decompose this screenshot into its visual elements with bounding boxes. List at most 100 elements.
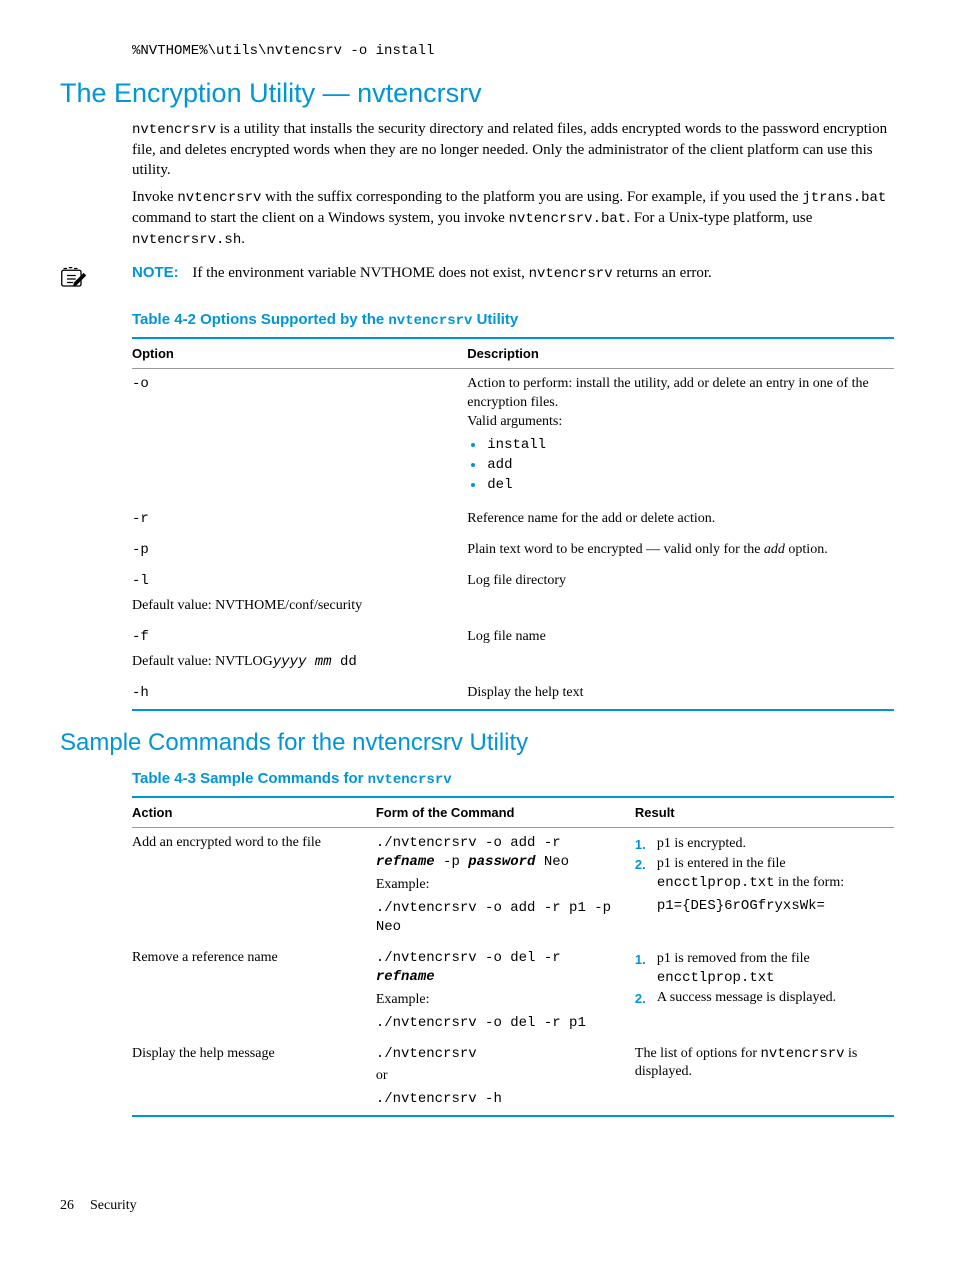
intro-text-2i: . bbox=[241, 231, 245, 247]
t43-del-r1b: encctlprop.txt bbox=[657, 970, 775, 986]
table-row: Display the help message ./nvtencrsrv or… bbox=[132, 1039, 894, 1117]
t43-add-cmd-b: refname bbox=[376, 854, 435, 870]
opt-p-db: add bbox=[764, 542, 785, 557]
t43-help-cmd-b: ./nvtencrsrv -h bbox=[376, 1090, 625, 1109]
t43-del-r1: p1 is removed from the file encctlprop.t… bbox=[635, 950, 884, 988]
note-block: NOTE: If the environment variable NVTHOM… bbox=[60, 263, 894, 299]
opt-f: -f bbox=[132, 629, 149, 645]
table-row: -h Display the help text bbox=[132, 678, 894, 710]
intro-text-2e: command to start the client on a Windows… bbox=[132, 210, 509, 226]
opt-p: -p bbox=[132, 542, 149, 558]
t42-cap-b: nvtencrsrv bbox=[388, 313, 472, 329]
t43-add-r2: p1 is entered in the file encctlprop.txt… bbox=[635, 855, 884, 916]
note-text-a: If the environment variable NVTHOME does… bbox=[192, 265, 528, 281]
t43-add-r2c: in the form: bbox=[775, 875, 845, 890]
intro-p2: Invoke nvtencrsrv with the suffix corres… bbox=[132, 187, 894, 250]
opt-f-defc: dd bbox=[340, 654, 357, 670]
page-number: 26 bbox=[60, 1198, 74, 1213]
intro-code-2d: jtrans.bat bbox=[802, 190, 886, 206]
t43-add-cmd-d: password bbox=[468, 854, 535, 870]
t43-del-cmd-b: refname bbox=[376, 969, 435, 985]
opt-f-desc: Log file name bbox=[467, 622, 894, 678]
intro-code-1: nvtencrsrv bbox=[132, 122, 216, 138]
t43-del-ex-cmd: ./nvtencrsrv -o del -r p1 bbox=[376, 1014, 625, 1033]
opt-f-defb: yyyy mm bbox=[273, 654, 340, 670]
t43-add-ex-label: Example: bbox=[376, 876, 625, 895]
opt-o: -o bbox=[132, 376, 149, 392]
t43-cap-b: nvtencrsrv bbox=[368, 772, 452, 788]
note-text-c: returns an error. bbox=[613, 265, 712, 281]
t43-del-r1a: p1 is removed from the file bbox=[657, 951, 810, 966]
opt-l: -l bbox=[132, 573, 149, 589]
t43-add-r2b: encctlprop.txt bbox=[657, 875, 775, 891]
page-footer: 26 Security bbox=[60, 1197, 894, 1216]
t43-th-action: Action bbox=[132, 797, 376, 828]
intro-text-1: is a utility that installs the security … bbox=[132, 121, 887, 178]
t42-th-desc: Description bbox=[467, 338, 894, 369]
t43-del-ex-label: Example: bbox=[376, 991, 625, 1010]
table-4-2-caption: Table 4-2 Options Supported by the nvten… bbox=[132, 310, 894, 331]
opt-h-desc: Display the help text bbox=[467, 678, 894, 710]
note-code: nvtencrsrv bbox=[529, 266, 613, 282]
t43-th-result: Result bbox=[635, 797, 894, 828]
section-name: Security bbox=[90, 1198, 137, 1213]
t43-add-cmd-c: -p bbox=[435, 854, 469, 870]
heading-2: Sample Commands for the nvtencrsrv Utili… bbox=[60, 727, 894, 759]
opt-o-a3: del bbox=[487, 477, 512, 493]
intro-text-2g: . For a Unix-type platform, use bbox=[626, 210, 812, 226]
table-row: -f Default value: NVTLOGyyyy mm dd Log f… bbox=[132, 622, 894, 678]
t43-del-action: Remove a reference name bbox=[132, 943, 376, 1039]
intro-code-2f: nvtencrsrv.bat bbox=[509, 211, 627, 227]
note-label: NOTE: bbox=[132, 264, 179, 281]
t43-add-action: Add an encrypted word to the file bbox=[132, 828, 376, 943]
t42-cap-a: Table 4-2 Options Supported by the bbox=[132, 311, 388, 328]
t43-cap-a: Table 4-3 Sample Commands for bbox=[132, 770, 368, 787]
t43-add-cmd-a: ./nvtencrsrv -o add -r bbox=[376, 835, 561, 851]
t43-add-ex-cmd: ./nvtencrsrv -o add -r p1 -p Neo bbox=[376, 899, 625, 937]
t42-th-option: Option bbox=[132, 338, 467, 369]
opt-o-a2: add bbox=[487, 457, 512, 473]
table-row: Add an encrypted word to the file ./nvte… bbox=[132, 828, 894, 943]
opt-r: -r bbox=[132, 511, 149, 527]
opt-p-da: Plain text word to be encrypted — valid … bbox=[467, 542, 764, 557]
opt-r-desc: Reference name for the add or delete act… bbox=[467, 504, 894, 535]
t43-help-or: or bbox=[376, 1067, 625, 1086]
t43-help-rb: nvtencrsrv bbox=[761, 1046, 845, 1062]
intro-text-2a: Invoke bbox=[132, 189, 177, 205]
intro-text-2c: with the suffix corresponding to the pla… bbox=[261, 189, 802, 205]
table-4-3-caption: Table 4-3 Sample Commands for nvtencrsrv bbox=[132, 769, 894, 790]
opt-p-dc: option. bbox=[785, 542, 828, 557]
intro-p1: nvtencrsrv is a utility that installs th… bbox=[132, 119, 894, 180]
table-row: -l Default value: NVTHOME/conf/security … bbox=[132, 566, 894, 622]
intro-code-2b: nvtencrsrv bbox=[177, 190, 261, 206]
t43-add-cmd-e: Neo bbox=[535, 854, 569, 870]
t43-help-cmd-a: ./nvtencrsrv bbox=[376, 1045, 625, 1064]
t43-del-r2: A success message is displayed. bbox=[635, 989, 884, 1008]
table-row: -o Action to perform: install the utilit… bbox=[132, 369, 894, 505]
top-command: %NVTHOME%\utils\nvtencsrv -o install bbox=[132, 43, 434, 59]
opt-o-d1: Action to perform: install the utility, … bbox=[467, 375, 884, 413]
t43-help-action: Display the help message bbox=[132, 1039, 376, 1117]
opt-l-desc: Log file directory bbox=[467, 566, 894, 622]
t43-th-form: Form of the Command bbox=[376, 797, 635, 828]
table-4-3: Action Form of the Command Result Add an… bbox=[132, 796, 894, 1117]
t43-add-r2d: p1={DES}6rOGfryxsWk= bbox=[657, 897, 884, 916]
heading-1: The Encryption Utility — nvtencrsrv bbox=[60, 75, 894, 111]
t43-help-ra: The list of options for bbox=[635, 1046, 761, 1061]
opt-o-d2: Valid arguments: bbox=[467, 413, 884, 432]
opt-h: -h bbox=[132, 685, 149, 701]
t43-add-r2a: p1 is entered in the file bbox=[657, 856, 786, 871]
t42-cap-c: Utility bbox=[472, 311, 518, 328]
opt-f-defa: Default value: NVTLOG bbox=[132, 654, 273, 669]
opt-o-a1: install bbox=[487, 437, 546, 453]
note-icon bbox=[60, 263, 132, 299]
table-row: Remove a reference name ./nvtencrsrv -o … bbox=[132, 943, 894, 1039]
t43-del-cmd-a: ./nvtencrsrv -o del -r bbox=[376, 950, 561, 966]
table-4-2: Option Description -o Action to perform:… bbox=[132, 337, 894, 711]
intro-code-2h: nvtencrsrv.sh bbox=[132, 232, 241, 248]
table-row: -p Plain text word to be encrypted — val… bbox=[132, 535, 894, 566]
opt-l-default: Default value: NVTHOME/conf/security bbox=[132, 597, 457, 616]
table-row: -r Reference name for the add or delete … bbox=[132, 504, 894, 535]
t43-add-r1: p1 is encrypted. bbox=[635, 835, 884, 854]
pencil-icon bbox=[60, 265, 88, 293]
